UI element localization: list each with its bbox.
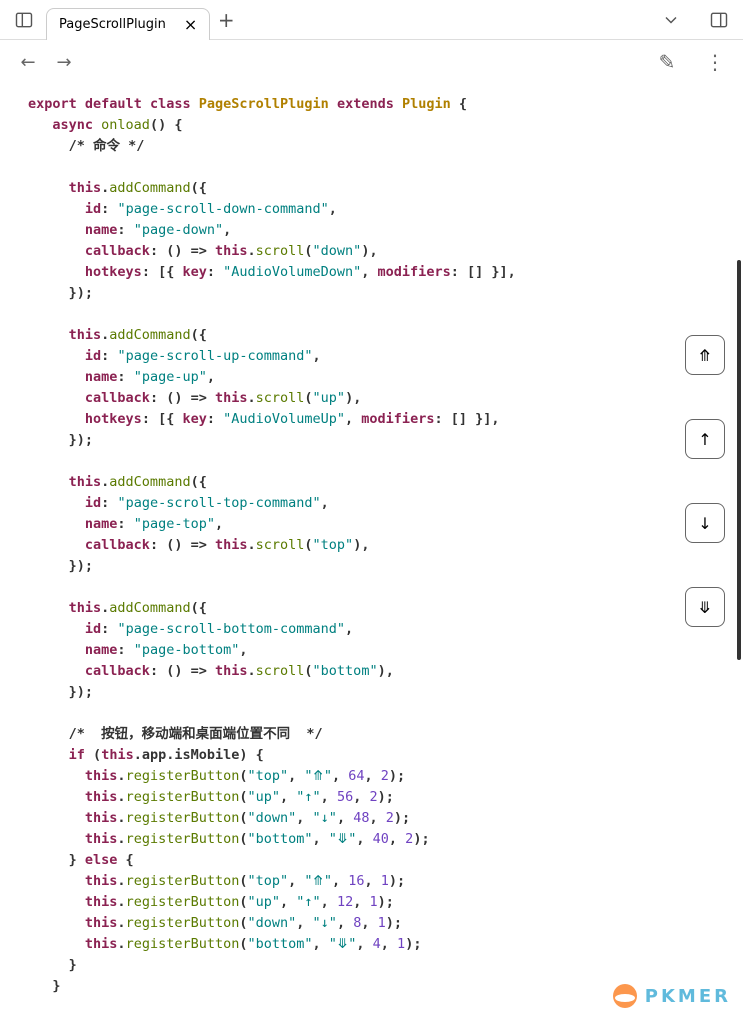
tab-bar: PageScrollPlugin × + [0, 0, 743, 40]
sidebar-left-icon[interactable] [12, 8, 36, 32]
watermark-logo-icon [613, 984, 637, 1008]
scrollbar-thumb[interactable] [737, 260, 741, 660]
nav-forward-icon[interactable] [52, 50, 76, 74]
tab-list-chevron-icon[interactable] [659, 8, 683, 32]
tab-active[interactable]: PageScrollPlugin × [46, 8, 210, 40]
watermark-text: PKMER [645, 986, 731, 1007]
new-tab-icon[interactable]: + [214, 8, 238, 32]
scroll-down-button[interactable]: ↓ [685, 503, 725, 543]
edit-icon[interactable] [655, 50, 679, 74]
scroll-button-group: ⤊ ↑ ↓ ⤋ [685, 335, 725, 627]
nav-back-icon[interactable] [16, 50, 40, 74]
more-menu-icon[interactable]: ⋮ [703, 50, 727, 74]
sidebar-right-icon[interactable] [707, 8, 731, 32]
watermark: PKMER [613, 984, 731, 1008]
scroll-up-button[interactable]: ↑ [685, 419, 725, 459]
scroll-bottom-button[interactable]: ⤋ [685, 587, 725, 627]
code-editor[interactable]: export default class PageScrollPlugin ex… [0, 84, 743, 1007]
toolbar: ⋮ [0, 40, 743, 84]
scroll-top-button[interactable]: ⤊ [685, 335, 725, 375]
tab-close-icon[interactable]: × [184, 15, 197, 34]
tab-title: PageScrollPlugin [59, 17, 166, 32]
